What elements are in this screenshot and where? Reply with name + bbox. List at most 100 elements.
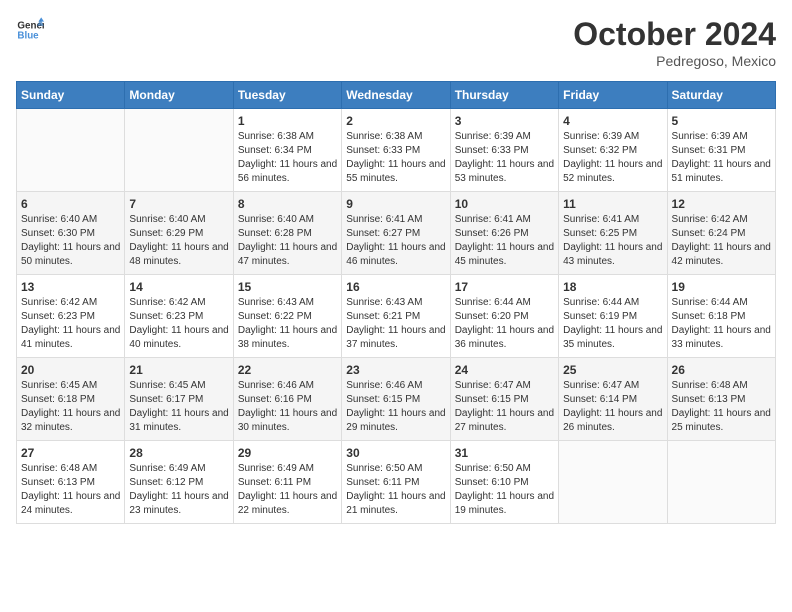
header-monday: Monday — [125, 82, 233, 109]
calendar-cell: 20 Sunrise: 6:45 AM Sunset: 6:18 PM Dayli… — [17, 358, 125, 441]
page-header: General Blue October 2024 Pedregoso, Mex… — [16, 16, 776, 69]
day-number: 12 — [672, 197, 771, 211]
day-info: Sunrise: 6:40 AM Sunset: 6:29 PM Dayligh… — [129, 213, 228, 269]
location-subtitle: Pedregoso, Mexico — [573, 53, 776, 69]
calendar-cell: 21 Sunrise: 6:45 AM Sunset: 6:17 PM Dayli… — [125, 358, 233, 441]
calendar-cell: 13 Sunrise: 6:42 AM Sunset: 6:23 PM Dayli… — [17, 275, 125, 358]
calendar-cell — [559, 441, 667, 524]
day-info: Sunrise: 6:43 AM Sunset: 6:22 PM Dayligh… — [238, 296, 337, 352]
calendar-cell: 1Sunrise: 6:38 AM Sunset: 6:34 PM Daylig… — [233, 109, 341, 192]
week-row-3: 20 Sunrise: 6:45 AM Sunset: 6:18 PM Dayli… — [17, 358, 776, 441]
calendar-cell: 19Sunrise: 6:44 AM Sunset: 6:18 PM Dayli… — [667, 275, 775, 358]
calendar-cell: 16 Sunrise: 6:43 AM Sunset: 6:21 PM Dayli… — [342, 275, 450, 358]
calendar-cell: 5 Sunrise: 6:39 AM Sunset: 6:31 PM Daylig… — [667, 109, 775, 192]
day-info: Sunrise: 6:47 AM Sunset: 6:14 PM Dayligh… — [563, 379, 662, 435]
day-info: Sunrise: 6:39 AM Sunset: 6:32 PM Dayligh… — [563, 130, 662, 186]
day-info: Sunrise: 6:44 AM Sunset: 6:19 PM Dayligh… — [563, 296, 662, 352]
calendar-cell — [17, 109, 125, 192]
calendar-header-row: SundayMondayTuesdayWednesdayThursdayFrid… — [17, 82, 776, 109]
calendar-cell: 23 Sunrise: 6:46 AM Sunset: 6:15 PM Dayli… — [342, 358, 450, 441]
calendar-table: SundayMondayTuesdayWednesdayThursdayFrid… — [16, 81, 776, 524]
day-info: Sunrise: 6:45 AM Sunset: 6:18 PM Dayligh… — [21, 379, 120, 435]
calendar-cell: 17 Sunrise: 6:44 AM Sunset: 6:20 PM Dayli… — [450, 275, 558, 358]
day-number: 9 — [346, 197, 445, 211]
day-info: Sunrise: 6:40 AM Sunset: 6:28 PM Dayligh… — [238, 213, 337, 269]
day-info: Sunrise: 6:44 AM Sunset: 6:18 PM Dayligh… — [672, 296, 771, 352]
day-number: 23 — [346, 363, 445, 377]
calendar-cell: 14Sunrise: 6:42 AM Sunset: 6:23 PM Dayli… — [125, 275, 233, 358]
day-number: 21 — [129, 363, 228, 377]
day-info: Sunrise: 6:47 AM Sunset: 6:15 PM Dayligh… — [455, 379, 554, 435]
calendar-cell: 2Sunrise: 6:38 AM Sunset: 6:33 PM Daylig… — [342, 109, 450, 192]
day-number: 4 — [563, 114, 662, 128]
day-number: 20 — [21, 363, 120, 377]
calendar-cell: 7Sunrise: 6:40 AM Sunset: 6:29 PM Daylig… — [125, 192, 233, 275]
day-info: Sunrise: 6:41 AM Sunset: 6:25 PM Dayligh… — [563, 213, 662, 269]
day-number: 6 — [21, 197, 120, 211]
day-number: 11 — [563, 197, 662, 211]
calendar-cell: 6 Sunrise: 6:40 AM Sunset: 6:30 PM Daylig… — [17, 192, 125, 275]
day-number: 5 — [672, 114, 771, 128]
calendar-cell: 8 Sunrise: 6:40 AM Sunset: 6:28 PM Daylig… — [233, 192, 341, 275]
day-info: Sunrise: 6:43 AM Sunset: 6:21 PM Dayligh… — [346, 296, 445, 352]
week-row-0: 1Sunrise: 6:38 AM Sunset: 6:34 PM Daylig… — [17, 109, 776, 192]
week-row-4: 27 Sunrise: 6:48 AM Sunset: 6:13 PM Dayli… — [17, 441, 776, 524]
calendar-cell: 11 Sunrise: 6:41 AM Sunset: 6:25 PM Dayli… — [559, 192, 667, 275]
day-info: Sunrise: 6:50 AM Sunset: 6:10 PM Dayligh… — [455, 462, 554, 518]
logo: General Blue — [16, 16, 44, 44]
week-row-2: 13 Sunrise: 6:42 AM Sunset: 6:23 PM Dayli… — [17, 275, 776, 358]
day-info: Sunrise: 6:48 AM Sunset: 6:13 PM Dayligh… — [672, 379, 771, 435]
day-number: 26 — [672, 363, 771, 377]
day-info: Sunrise: 6:44 AM Sunset: 6:20 PM Dayligh… — [455, 296, 554, 352]
calendar-cell: 9 Sunrise: 6:41 AM Sunset: 6:27 PM Daylig… — [342, 192, 450, 275]
day-number: 1 — [238, 114, 337, 128]
calendar-cell: 26 Sunrise: 6:48 AM Sunset: 6:13 PM Dayli… — [667, 358, 775, 441]
day-number: 27 — [21, 446, 120, 460]
calendar-cell: 15Sunrise: 6:43 AM Sunset: 6:22 PM Dayli… — [233, 275, 341, 358]
day-info: Sunrise: 6:45 AM Sunset: 6:17 PM Dayligh… — [129, 379, 228, 435]
calendar-cell: 29Sunrise: 6:49 AM Sunset: 6:11 PM Dayli… — [233, 441, 341, 524]
day-info: Sunrise: 6:42 AM Sunset: 6:23 PM Dayligh… — [21, 296, 120, 352]
week-row-1: 6 Sunrise: 6:40 AM Sunset: 6:30 PM Daylig… — [17, 192, 776, 275]
day-info: Sunrise: 6:39 AM Sunset: 6:31 PM Dayligh… — [672, 130, 771, 186]
calendar-cell: 24 Sunrise: 6:47 AM Sunset: 6:15 PM Dayli… — [450, 358, 558, 441]
day-number: 14 — [129, 280, 228, 294]
logo-icon: General Blue — [16, 16, 44, 44]
calendar-cell: 28 Sunrise: 6:49 AM Sunset: 6:12 PM Dayli… — [125, 441, 233, 524]
day-info: Sunrise: 6:42 AM Sunset: 6:24 PM Dayligh… — [672, 213, 771, 269]
day-number: 22 — [238, 363, 337, 377]
calendar-cell: 31 Sunrise: 6:50 AM Sunset: 6:10 PM Dayli… — [450, 441, 558, 524]
day-info: Sunrise: 6:46 AM Sunset: 6:16 PM Dayligh… — [238, 379, 337, 435]
day-number: 17 — [455, 280, 554, 294]
header-thursday: Thursday — [450, 82, 558, 109]
day-info: Sunrise: 6:49 AM Sunset: 6:12 PM Dayligh… — [129, 462, 228, 518]
day-number: 30 — [346, 446, 445, 460]
day-info: Sunrise: 6:46 AM Sunset: 6:15 PM Dayligh… — [346, 379, 445, 435]
title-block: October 2024 Pedregoso, Mexico — [573, 16, 776, 69]
day-number: 18 — [563, 280, 662, 294]
day-info: Sunrise: 6:39 AM Sunset: 6:33 PM Dayligh… — [455, 130, 554, 186]
calendar-cell: 25 Sunrise: 6:47 AM Sunset: 6:14 PM Dayli… — [559, 358, 667, 441]
day-info: Sunrise: 6:41 AM Sunset: 6:26 PM Dayligh… — [455, 213, 554, 269]
day-number: 13 — [21, 280, 120, 294]
svg-text:Blue: Blue — [17, 30, 39, 41]
day-number: 10 — [455, 197, 554, 211]
calendar-cell: 10 Sunrise: 6:41 AM Sunset: 6:26 PM Dayli… — [450, 192, 558, 275]
day-number: 24 — [455, 363, 554, 377]
header-tuesday: Tuesday — [233, 82, 341, 109]
day-info: Sunrise: 6:40 AM Sunset: 6:30 PM Dayligh… — [21, 213, 120, 269]
day-info: Sunrise: 6:48 AM Sunset: 6:13 PM Dayligh… — [21, 462, 120, 518]
day-number: 25 — [563, 363, 662, 377]
day-number: 2 — [346, 114, 445, 128]
day-number: 3 — [455, 114, 554, 128]
calendar-cell: 18 Sunrise: 6:44 AM Sunset: 6:19 PM Dayli… — [559, 275, 667, 358]
header-saturday: Saturday — [667, 82, 775, 109]
day-number: 16 — [346, 280, 445, 294]
calendar-cell: 27 Sunrise: 6:48 AM Sunset: 6:13 PM Dayli… — [17, 441, 125, 524]
day-number: 28 — [129, 446, 228, 460]
day-number: 8 — [238, 197, 337, 211]
day-info: Sunrise: 6:41 AM Sunset: 6:27 PM Dayligh… — [346, 213, 445, 269]
day-number: 31 — [455, 446, 554, 460]
header-sunday: Sunday — [17, 82, 125, 109]
calendar-cell — [125, 109, 233, 192]
